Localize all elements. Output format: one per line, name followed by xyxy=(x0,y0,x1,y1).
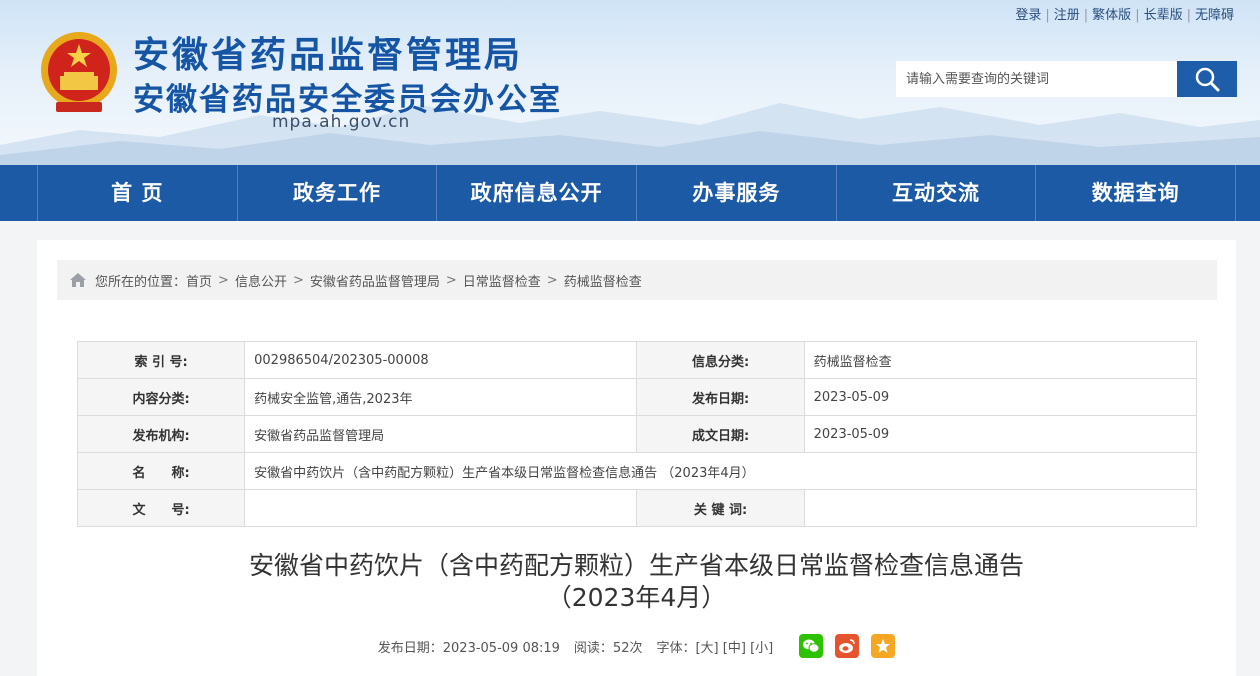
nav-info-disclosure[interactable]: 政府信息公开 xyxy=(436,165,636,221)
breadcrumb-item-drug-device-inspection[interactable]: 药械监督检查 xyxy=(564,271,642,290)
keywords-label: 关 键 词: xyxy=(636,489,805,527)
main-nav: 首 页 政务工作 政府信息公开 办事服务 互动交流 数据查询 xyxy=(0,165,1260,221)
traditional-chinese-link[interactable]: 繁体版 xyxy=(1088,8,1135,23)
search-icon xyxy=(1195,67,1220,92)
breadcrumb-item-info-disclosure[interactable]: 信息公开 xyxy=(235,271,287,290)
written-date-label: 成文日期: xyxy=(636,415,805,453)
written-date-value: 2023-05-09 xyxy=(803,415,1198,453)
publish-date-value: 2023-05-09 xyxy=(803,378,1198,416)
register-link[interactable]: 注册 xyxy=(1050,8,1084,23)
star-icon xyxy=(876,639,891,653)
share-weibo-button[interactable] xyxy=(835,634,860,658)
search-button[interactable] xyxy=(1177,61,1237,97)
accessibility-link[interactable]: 无障碍 xyxy=(1191,8,1238,23)
font-size-controls: 字体：[大] [中] [小] xyxy=(656,637,773,656)
keywords-value xyxy=(803,489,1198,527)
table-row: 索 引 号: 002986504/202305-00008 信息分类: 药械监督… xyxy=(76,341,1198,379)
weibo-icon xyxy=(839,639,856,653)
article-title: 安徽省中药饮片（含中药配方颗粒）生产省本级日常监督检查信息通告 （2023年4月… xyxy=(37,550,1236,614)
index-value: 002986504/202305-00008 xyxy=(244,341,638,379)
publish-date-label: 发布日期: xyxy=(636,378,805,416)
breadcrumb-separator: > xyxy=(546,272,558,288)
category-label: 信息分类: xyxy=(636,341,805,379)
font-large-button[interactable]: [大] xyxy=(695,641,718,656)
article-meta-bar: 发布日期：2023-05-09 08:19 阅读：52次 字体：[大] [中] … xyxy=(37,634,1236,658)
breadcrumb-separator: > xyxy=(292,272,304,288)
document-meta-table: 索 引 号: 002986504/202305-00008 信息分类: 药械监督… xyxy=(76,341,1198,527)
site-header: 安徽省药品监督管理局 安徽省药品安全委员会办公室 mpa.ah.gov.cn 登… xyxy=(0,0,1260,165)
table-row: 文 号: 关 键 词: xyxy=(76,489,1198,527)
elder-mode-link[interactable]: 长辈版 xyxy=(1140,8,1187,23)
doc-number-label: 文 号: xyxy=(76,489,246,527)
article-title-line2: （2023年4月） xyxy=(546,583,727,612)
breadcrumb-item-agency[interactable]: 安徽省药品监督管理局 xyxy=(310,271,440,290)
name-label: 名 称: xyxy=(76,452,246,490)
font-size-label: 字体： xyxy=(656,640,696,656)
home-icon xyxy=(70,273,86,287)
wechat-icon xyxy=(803,639,820,653)
content-category-label: 内容分类: xyxy=(76,378,246,416)
table-row: 名 称: 安徽省中药饮片（含中药配方颗粒）生产省本级日常监督检查信息通告 （20… xyxy=(76,452,1197,490)
share-qzone-button[interactable] xyxy=(871,634,896,658)
nav-home[interactable]: 首 页 xyxy=(37,165,237,221)
share-wechat-button[interactable] xyxy=(799,634,824,658)
national-emblem-icon xyxy=(41,32,117,112)
nav-government-affairs[interactable]: 政务工作 xyxy=(236,165,437,221)
category-value: 药械监督检查 xyxy=(803,341,1198,379)
table-row: 内容分类: 药械安全监管,通告,2023年 发布日期: 2023-05-09 xyxy=(76,378,1198,416)
site-title-main: 安徽省药品监督管理局 xyxy=(133,35,524,76)
breadcrumb-item-daily-inspection[interactable]: 日常监督检查 xyxy=(463,271,541,290)
search-input[interactable] xyxy=(896,61,1178,97)
login-link[interactable]: 登录 xyxy=(1011,8,1045,23)
content-category-value: 药械安全监管,通告,2023年 xyxy=(244,378,638,416)
breadcrumb-prefix: 您所在的位置： xyxy=(95,274,187,290)
top-links: 登录 | 注册 | 繁体版 | 长辈版 | 无障碍 xyxy=(1011,4,1238,23)
breadcrumb-separator: > xyxy=(445,272,457,288)
site-domain: mpa.ah.gov.cn xyxy=(272,112,411,132)
publisher-label: 发布机构: xyxy=(76,415,246,453)
publisher-value: 安徽省药品监督管理局 xyxy=(244,415,638,453)
breadcrumb-separator: > xyxy=(218,272,229,288)
font-small-button[interactable]: [小] xyxy=(750,641,773,656)
article-publish-date: 发布日期：2023-05-09 08:19 xyxy=(377,640,560,656)
table-row: 发布机构: 安徽省药品监督管理局 成文日期: 2023-05-09 xyxy=(76,415,1198,453)
main-content: 您所在的位置： 首页 > 信息公开 > 安徽省药品监督管理局 > 日常监督检查 … xyxy=(37,240,1236,676)
breadcrumb-item-home[interactable]: 首页 xyxy=(186,271,212,290)
breadcrumb: 您所在的位置： 首页 > 信息公开 > 安徽省药品监督管理局 > 日常监督检查 … xyxy=(57,260,1217,300)
article-read-count: 阅读：52次 xyxy=(573,640,643,656)
doc-number-value xyxy=(244,489,638,527)
nav-interaction[interactable]: 互动交流 xyxy=(835,165,1036,221)
article-title-line1: 安徽省中药饮片（含中药配方颗粒）生产省本级日常监督检查信息通告 xyxy=(248,551,1024,580)
font-medium-button[interactable]: [中] xyxy=(723,641,746,656)
index-label: 索 引 号: xyxy=(76,341,246,379)
nav-data-query[interactable]: 数据查询 xyxy=(1035,165,1237,221)
name-value: 安徽省中药饮片（含中药配方颗粒）生产省本级日常监督检查信息通告 （2023年4月… xyxy=(244,452,1197,490)
nav-services[interactable]: 办事服务 xyxy=(636,165,836,221)
search-box xyxy=(896,61,1237,97)
